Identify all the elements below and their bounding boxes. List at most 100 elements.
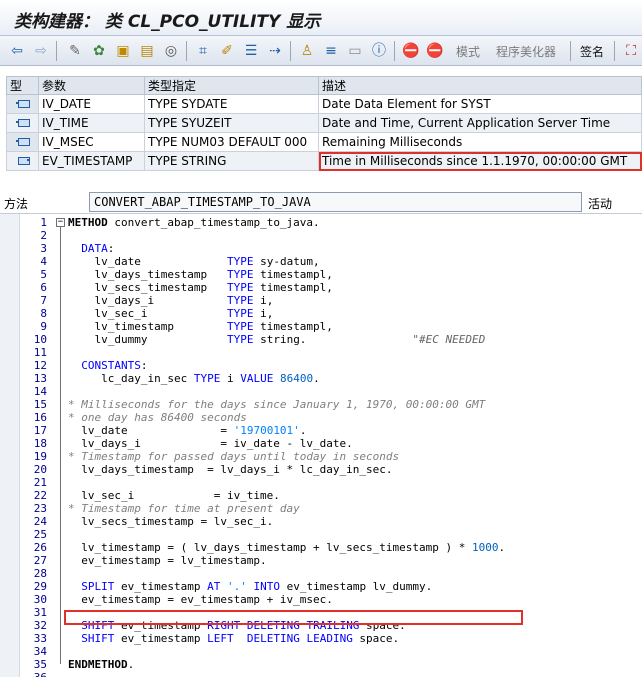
line-number: 17 [33,424,47,437]
code-line[interactable]: 18 lv_days_i = iv_date - lv_date. [0,437,642,450]
code-line[interactable]: 1− METHOD convert_abap_timestamp_to_java. [0,216,642,229]
code-line[interactable]: 33 SHIFT ev_timestamp LEFT DELETING LEAD… [0,632,642,645]
param-typing[interactable]: TYPE NUM03 DEFAULT 000 [144,132,319,152]
table-row[interactable]: IV_DATE TYPE SYDATE Date Data Element fo… [6,94,642,114]
code-text: lv_days_i = iv_date - lv_date. [68,437,353,450]
code-line[interactable]: 16 * one day has 86400 seconds [0,411,642,424]
line-number: 24 [33,515,47,528]
param-description[interactable]: Remaining Milliseconds [318,132,642,152]
code-text: lv_secs_timestamp = lv_sec_i. [68,515,274,528]
code-text: * Timestamp for time at present day [68,502,300,515]
param-name[interactable]: EV_TIMESTAMP [38,151,145,171]
session-breakpoint-icon[interactable]: ⛔ [426,42,444,60]
line-number: 2 [40,229,47,242]
hierarchy-icon[interactable]: ⌗ [194,42,212,60]
table-header: 型 参数 类型指定 描述 [6,76,642,95]
line-number: 5 [40,268,47,281]
signature-button[interactable]: 签名 [580,43,604,60]
structure-icon[interactable]: ♙ [298,42,316,60]
code-line[interactable]: 28 [0,567,642,580]
object-list-icon[interactable]: ▤ [138,42,156,60]
back-arrow-icon[interactable]: ⇦ [8,42,26,60]
code-text: lv_date TYPE sy-datum, [68,255,320,268]
code-line[interactable]: 23 * Timestamp for time at present day [0,502,642,515]
code-line[interactable]: 34 [0,645,642,658]
layout-icon[interactable]: ≡ [322,42,340,60]
table-row[interactable]: IV_MSEC TYPE NUM03 DEFAULT 000 Remaining… [6,132,642,152]
line-number: 35 [33,658,47,671]
code-line[interactable]: 20 lv_days_timestamp = lv_days_i * lc_da… [0,463,642,476]
line-number: 19 [33,450,47,463]
code-text: ENDMETHOD. [68,658,135,671]
param-typing[interactable]: TYPE SYDATE [144,94,319,114]
param-description[interactable]: Date and Time, Current Application Serve… [318,113,642,133]
column-header-type[interactable]: 型 [6,76,39,95]
navigate-icon[interactable]: ⇢ [266,42,284,60]
code-line[interactable]: 8 lv_sec_i TYPE i, [0,307,642,320]
code-line[interactable]: 4 lv_date TYPE sy-datum, [0,255,642,268]
check-icon[interactable]: ▣ [114,42,132,60]
param-typing[interactable]: TYPE SYUZEIT [144,113,319,133]
code-line[interactable]: 3 DATA: [0,242,642,255]
param-name[interactable]: IV_TIME [38,113,145,133]
code-line[interactable]: 21 [0,476,642,489]
mode-button[interactable]: 模式 [456,43,480,60]
code-line[interactable]: 12 CONSTANTS: [0,359,642,372]
code-line[interactable]: 13 lc_day_in_sec TYPE i VALUE 86400. [0,372,642,385]
table-row[interactable]: EV_TIMESTAMP TYPE STRING Time in Millise… [6,151,642,171]
code-line[interactable]: 2 [0,229,642,242]
code-text: lv_timestamp = ( lv_days_timestamp + lv_… [68,541,506,554]
code-line[interactable]: 11 [0,346,642,359]
column-header-description[interactable]: 描述 [318,76,642,95]
column-header-parameter[interactable]: 参数 [38,76,145,95]
code-line[interactable]: 26 lv_timestamp = ( lv_days_timestamp + … [0,541,642,554]
code-line[interactable]: 25 [0,528,642,541]
column-header-typing[interactable]: 类型指定 [144,76,319,95]
insert-icon[interactable]: ⛶ [622,42,640,60]
line-number: 20 [33,463,47,476]
param-name[interactable]: IV_MSEC [38,132,145,152]
window-icon[interactable]: ▭ [346,42,364,60]
code-line[interactable]: 22 lv_sec_i = iv_time. [0,489,642,502]
abap-code-editor[interactable]: 1− METHOD convert_abap_timestamp_to_java.… [0,213,642,677]
activate-icon[interactable]: ✿ [90,42,108,60]
code-line[interactable]: 17 lv_date = '19700101'. [0,424,642,437]
info-icon[interactable]: ⓘ [370,42,388,60]
fold-toggle-icon[interactable]: − [56,218,65,227]
code-line[interactable]: 35 ENDMETHOD. [0,658,642,671]
edit-object-icon[interactable]: ✐ [218,42,236,60]
code-line[interactable]: 24 lv_secs_timestamp = lv_sec_i. [0,515,642,528]
code-line[interactable]: 30 ev_timestamp = ev_timestamp + iv_msec… [0,593,642,606]
importing-icon [6,94,39,114]
param-description[interactable]: Date Data Element for SYST [318,94,642,114]
param-name[interactable]: IV_DATE [38,94,145,114]
display-change-icon[interactable]: ✎ [66,42,84,60]
code-line[interactable]: 10 lv_dummy TYPE string. "#EC NEEDED [0,333,642,346]
code-text: lv_days_timestamp = lv_days_i * lc_day_i… [68,463,393,476]
code-line[interactable]: 5 lv_days_timestamp TYPE timestampl, [0,268,642,281]
code-line[interactable]: 9 lv_timestamp TYPE timestampl, [0,320,642,333]
code-line[interactable]: 7 lv_days_i TYPE i, [0,294,642,307]
code-line[interactable]: 29 SPLIT ev_timestamp AT '.' INTO ev_tim… [0,580,642,593]
code-line[interactable]: 27 ev_timestamp = lv_timestamp. [0,554,642,567]
display-object-list-icon[interactable]: ☰ [242,42,260,60]
code-line[interactable]: 6 lv_secs_timestamp TYPE timestampl, [0,281,642,294]
code-text: DATA: [81,242,115,255]
breakpoint-icon[interactable]: ⛔ [402,42,420,60]
method-name-field[interactable]: CONVERT_ABAP_TIMESTAMP_TO_JAVA [89,192,582,212]
where-used-icon[interactable]: ◎ [162,42,180,60]
comment-highlight-box [64,610,523,625]
code-line[interactable]: 36 [0,671,642,677]
code-line[interactable]: 14 [0,385,642,398]
table-row[interactable]: IV_TIME TYPE SYUZEIT Date and Time, Curr… [6,113,642,133]
code-text: lv_sec_i = iv_time. [68,489,280,502]
pretty-printer-button[interactable]: 程序美化器 [496,43,556,60]
param-description-highlighted[interactable]: Time in Milliseconds since 1.1.1970, 00:… [318,151,642,171]
param-typing[interactable]: TYPE STRING [144,151,319,171]
code-text: METHOD convert_abap_timestamp_to_java. [68,216,320,229]
line-number: 14 [33,385,47,398]
code-line[interactable]: 15 * Milliseconds for the days since Janu… [0,398,642,411]
forward-arrow-icon[interactable]: ⇨ [32,42,50,60]
method-label: 方法 [4,197,29,211]
code-line[interactable]: 19 * Timestamp for passed days until toda… [0,450,642,463]
